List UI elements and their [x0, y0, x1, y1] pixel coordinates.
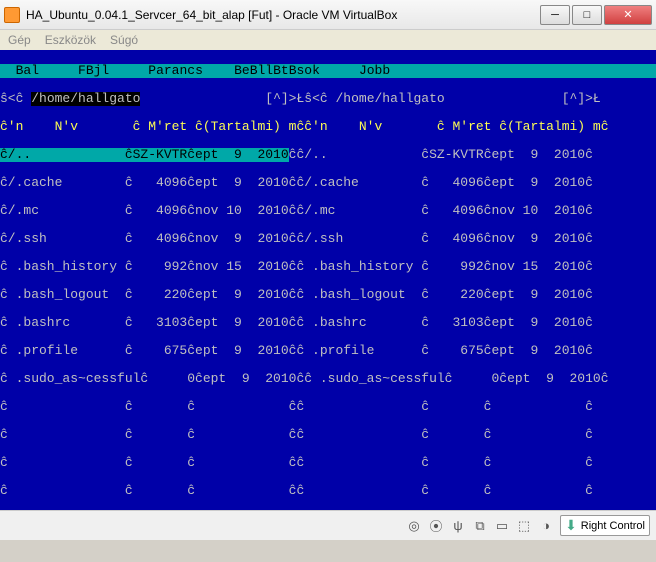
empty-row: ĉ ĉ ĉ ĉĉ ĉ ĉ ĉ — [0, 428, 656, 442]
file-row[interactable]: ĉ .bash_history ĉ 992ĉnov 15 2010ĉĉ .bas… — [0, 260, 656, 274]
close-button[interactable]: ✕ — [604, 5, 652, 25]
file-row[interactable]: ĉ/.ssh ĉ 4096ĉnov 9 2010ĉĉ/.ssh ĉ 4096ĉn… — [0, 232, 656, 246]
statusbar: ◎ ⦿ ψ ⧉ ▭ ⬚ ◑ ⬇Right Control — [0, 510, 656, 540]
host-key-indicator[interactable]: ⬇Right Control — [560, 515, 650, 536]
empty-row: ĉ ĉ ĉ ĉĉ ĉ ĉ ĉ — [0, 484, 656, 498]
file-row[interactable]: ĉ .bash_logout ĉ 220ĉept 9 2010ĉĉ .bash_… — [0, 288, 656, 302]
empty-row: ĉ ĉ ĉ ĉĉ ĉ ĉ ĉ — [0, 400, 656, 414]
usb-icon[interactable]: ψ — [450, 518, 466, 534]
terminal[interactable]: Bal FBjl Parancs BeBllBtBsok Jobb ŝ<ĉ /h… — [0, 50, 656, 510]
file-row[interactable]: ĉ .sudo_as~cessfulĉ 0ĉept 9 2010ĉĉ .sudo… — [0, 372, 656, 386]
empty-row: ĉ ĉ ĉ ĉĉ ĉ ĉ ĉ — [0, 456, 656, 470]
menubar: Gép Eszközök Súgó — [0, 30, 656, 50]
disk-icon[interactable]: ◎ — [406, 518, 422, 534]
panel-paths: ŝ<ĉ /home/hallgato [^]>Łŝ<ĉ /home/hallga… — [0, 92, 656, 106]
window-titlebar: HA_Ubuntu_0.04.1_Servcer_64_bit_alap [Fu… — [0, 0, 656, 30]
mc-menubar[interactable]: Bal FBjl Parancs BeBllBtBsok Jobb — [0, 64, 656, 78]
menu-gep[interactable]: Gép — [8, 33, 31, 47]
file-row[interactable]: ĉ .profile ĉ 675ĉept 9 2010ĉĉ .profile ĉ… — [0, 344, 656, 358]
file-row[interactable]: ĉ .bashrc ĉ 3103ĉept 9 2010ĉĉ .bashrc ĉ … — [0, 316, 656, 330]
selected-row[interactable]: ĉ/.. ĉSZ-KVTRĉept 9 2010ĉĉ/.. ĉSZ-KVTRĉe… — [0, 148, 656, 162]
file-row[interactable]: ĉ/.mc ĉ 4096ĉnov 10 2010ĉĉ/.mc ĉ 4096ĉno… — [0, 204, 656, 218]
maximize-button[interactable]: □ — [572, 5, 602, 25]
window-title: HA_Ubuntu_0.04.1_Servcer_64_bit_alap [Fu… — [26, 8, 540, 22]
mouse-icon[interactable]: ◑ — [538, 518, 554, 534]
menu-sugo[interactable]: Súgó — [110, 33, 138, 47]
column-headers: ĉ'n N'v ĉ M'ret ĉ(Tartalmi) mĉĉ'n N'v ĉ … — [0, 120, 656, 134]
arrow-down-icon: ⬇ — [565, 517, 577, 534]
optical-icon[interactable]: ⦿ — [428, 518, 444, 534]
app-icon — [4, 7, 20, 23]
shared-folder-icon[interactable]: ⧉ — [472, 518, 488, 534]
file-row[interactable]: ĉ/.cache ĉ 4096ĉept 9 2010ĉĉ/.cache ĉ 40… — [0, 176, 656, 190]
network-icon[interactable]: ⬚ — [516, 518, 532, 534]
display-icon[interactable]: ▭ — [494, 518, 510, 534]
menu-eszkozok[interactable]: Eszközök — [45, 33, 96, 47]
minimize-button[interactable]: ─ — [540, 5, 570, 25]
